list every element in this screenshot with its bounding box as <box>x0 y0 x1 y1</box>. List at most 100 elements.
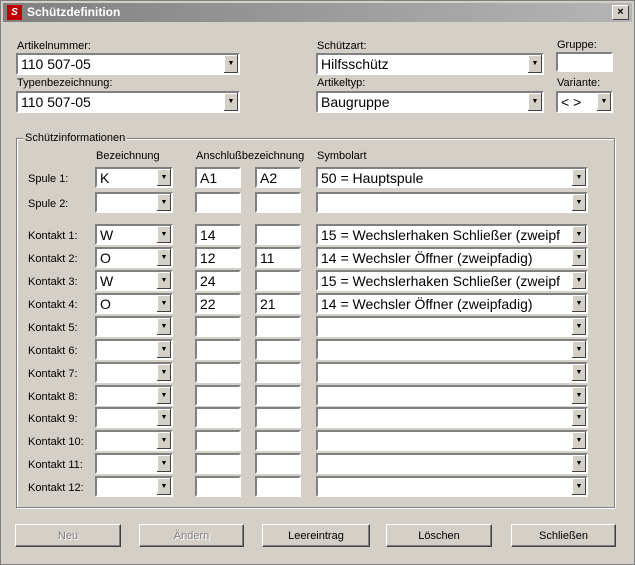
chevron-down-icon[interactable]: ▼ <box>156 169 171 186</box>
bezeichnung-combo[interactable]: ▼ <box>95 407 173 428</box>
anschluss-1-input[interactable] <box>195 316 241 337</box>
chevron-down-icon[interactable]: ▼ <box>527 93 542 111</box>
chevron-down-icon[interactable]: ▼ <box>156 455 171 472</box>
symbolart-combo[interactable]: ▼ <box>316 362 588 383</box>
aendern-button[interactable]: Ändern <box>139 524 244 547</box>
chevron-down-icon[interactable]: ▼ <box>596 93 611 111</box>
symbolart-combo[interactable]: ▼ <box>316 407 588 428</box>
anschluss-2-input[interactable] <box>255 339 301 360</box>
chevron-down-icon[interactable]: ▼ <box>527 55 542 73</box>
chevron-down-icon[interactable]: ▼ <box>571 341 586 358</box>
anschluss-1-input[interactable] <box>195 476 241 497</box>
chevron-down-icon[interactable]: ▼ <box>571 226 586 243</box>
chevron-down-icon[interactable]: ▼ <box>156 194 171 211</box>
anschluss-2-input[interactable] <box>255 430 301 451</box>
chevron-down-icon[interactable]: ▼ <box>571 272 586 289</box>
anschluss-1-input[interactable]: A1 <box>195 167 241 188</box>
anschluss-2-input[interactable]: A2 <box>255 167 301 188</box>
symbolart-combo[interactable]: ▼ <box>316 476 588 497</box>
leereintrag-button[interactable]: Leereintrag <box>262 524 370 547</box>
artikeltyp-combo[interactable]: Baugruppe ▼ <box>316 91 544 113</box>
chevron-down-icon[interactable]: ▼ <box>156 432 171 449</box>
chevron-down-icon[interactable]: ▼ <box>156 409 171 426</box>
bezeichnung-combo[interactable]: ▼ <box>95 316 173 337</box>
variante-combo[interactable]: < > ▼ <box>556 91 613 113</box>
symbolart-combo[interactable]: 50 = Hauptspule ▼ <box>316 167 588 188</box>
anschluss-2-input[interactable]: 21 <box>255 293 301 314</box>
chevron-down-icon[interactable]: ▼ <box>223 93 238 111</box>
chevron-down-icon[interactable]: ▼ <box>156 341 171 358</box>
anschluss-1-input[interactable]: 14 <box>195 224 241 245</box>
chevron-down-icon[interactable]: ▼ <box>571 409 586 426</box>
bezeichnung-combo[interactable]: ▼ <box>95 192 173 213</box>
bezeichnung-combo[interactable]: OC▼ <box>95 293 173 314</box>
anschluss-2-input[interactable] <box>255 476 301 497</box>
symbolart-combo[interactable]: ▼ <box>316 316 588 337</box>
chevron-down-icon[interactable]: ▼ <box>571 295 586 312</box>
chevron-down-icon[interactable]: ▼ <box>571 432 586 449</box>
anschluss-2-input[interactable] <box>255 316 301 337</box>
chevron-down-icon[interactable]: ▼ <box>156 364 171 381</box>
bezeichnung-combo[interactable]: ▼ <box>95 453 173 474</box>
anschluss-1-input[interactable] <box>195 362 241 383</box>
bezeichnung-combo[interactable]: ▼ <box>95 385 173 406</box>
chevron-down-icon[interactable]: ▼ <box>571 455 586 472</box>
chevron-down-icon[interactable]: ▼ <box>156 318 171 335</box>
chevron-down-icon[interactable]: ▼ <box>571 249 586 266</box>
bezeichnung-combo[interactable]: WV▼ <box>95 270 173 291</box>
symbolart-combo[interactable]: ▼ <box>316 430 588 451</box>
symbolart-combo[interactable]: 14 = Wechsler Öffner (zweipfadig) ▼ <box>316 293 588 314</box>
chevron-down-icon[interactable]: ▼ <box>156 249 171 266</box>
anschluss-1-input[interactable] <box>195 339 241 360</box>
anschluss-1-input[interactable] <box>195 385 241 406</box>
bezeichnung-combo[interactable]: ▼ <box>95 476 173 497</box>
close-button[interactable]: × <box>612 5 629 20</box>
chevron-down-icon[interactable]: ▼ <box>156 272 171 289</box>
symbolart-combo[interactable]: ▼ <box>316 339 588 360</box>
artikelnummer-combo[interactable]: 110 507-05 ▼ <box>16 53 240 75</box>
bezeichnung-combo[interactable]: ▼ <box>95 339 173 360</box>
anschluss-2-input[interactable] <box>255 224 301 245</box>
schliessen-button[interactable]: Schließen <box>511 524 616 547</box>
anschluss-1-input[interactable] <box>195 192 241 213</box>
anschluss-2-input[interactable] <box>255 407 301 428</box>
bezeichnung-combo[interactable]: ▼ <box>95 430 173 451</box>
symbolart-combo[interactable]: ▼ <box>316 453 588 474</box>
anschluss-1-input[interactable] <box>195 453 241 474</box>
anschluss-2-input[interactable]: 11 <box>255 247 301 268</box>
chevron-down-icon[interactable]: ▼ <box>223 55 238 73</box>
title-bar[interactable]: S Schützdefinition × <box>3 3 632 22</box>
anschluss-1-input[interactable]: 12 <box>195 247 241 268</box>
symbolart-combo[interactable]: 15 = Wechslerhaken Schließer (zweipf ▼ <box>316 270 588 291</box>
chevron-down-icon[interactable]: ▼ <box>156 226 171 243</box>
typenbezeichnung-combo[interactable]: 110 507-05 ▼ <box>16 91 240 113</box>
bezeichnung-combo[interactable]: OC▼ <box>95 247 173 268</box>
chevron-down-icon[interactable]: ▼ <box>571 387 586 404</box>
anschluss-2-input[interactable] <box>255 453 301 474</box>
anschluss-2-input[interactable] <box>255 192 301 213</box>
anschluss-1-input[interactable] <box>195 430 241 451</box>
chevron-down-icon[interactable]: ▼ <box>156 387 171 404</box>
chevron-down-icon[interactable]: ▼ <box>571 364 586 381</box>
chevron-down-icon[interactable]: ▼ <box>156 295 171 312</box>
symbolart-combo[interactable]: 15 = Wechslerhaken Schließer (zweipf ▼ <box>316 224 588 245</box>
bezeichnung-combo[interactable]: WV▼ <box>95 224 173 245</box>
chevron-down-icon[interactable]: ▼ <box>571 478 586 495</box>
bezeichnung-combo[interactable]: KS▼ <box>95 167 173 188</box>
anschluss-1-input[interactable]: 22 <box>195 293 241 314</box>
anschluss-2-input[interactable] <box>255 385 301 406</box>
anschluss-1-input[interactable]: 24 <box>195 270 241 291</box>
anschluss-2-input[interactable] <box>255 362 301 383</box>
anschluss-2-input[interactable] <box>255 270 301 291</box>
symbolart-combo[interactable]: ▼ <box>316 192 588 213</box>
chevron-down-icon[interactable]: ▼ <box>156 478 171 495</box>
anschluss-1-input[interactable] <box>195 407 241 428</box>
gruppe-input[interactable] <box>556 52 613 72</box>
schuetzart-combo[interactable]: Hilfsschütz ▼ <box>316 53 544 75</box>
loeschen-button[interactable]: Löschen <box>386 524 492 547</box>
chevron-down-icon[interactable]: ▼ <box>571 194 586 211</box>
neu-button[interactable]: Neu <box>15 524 121 547</box>
symbolart-combo[interactable]: 14 = Wechsler Öffner (zweipfadig) ▼ <box>316 247 588 268</box>
symbolart-combo[interactable]: ▼ <box>316 385 588 406</box>
chevron-down-icon[interactable]: ▼ <box>571 318 586 335</box>
